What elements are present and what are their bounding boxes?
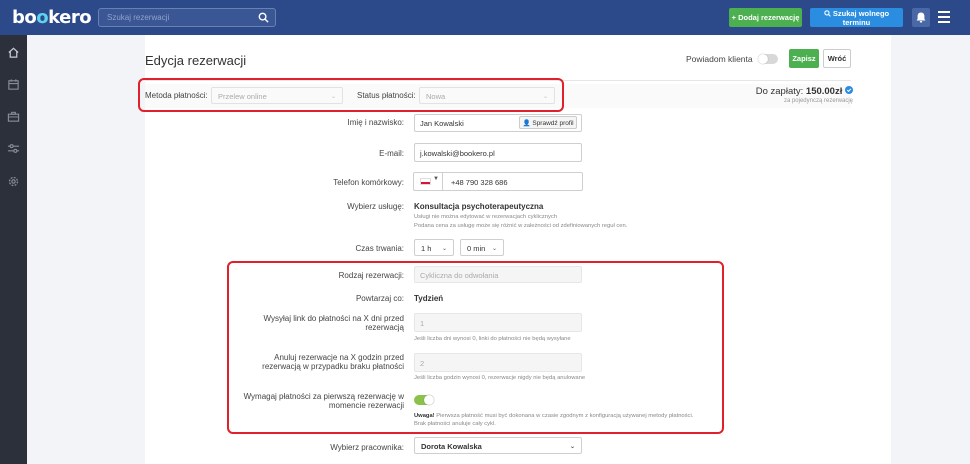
service-value: Konsultacja psychoterapeutyczna — [414, 202, 544, 211]
search-icon[interactable] — [258, 12, 269, 23]
top-bar: bookero + Dodaj rezerwację Szukaj wolneg… — [0, 0, 970, 35]
notify-client-toggle[interactable] — [758, 54, 778, 64]
service-label: Wybierz usługę: — [347, 202, 404, 211]
email-field[interactable]: j.kowalski@bookero.pl — [414, 143, 582, 162]
user-icon: 👤 — [522, 119, 531, 127]
employee-label: Wybierz pracownika: — [330, 443, 404, 452]
chevron-down-icon: ⌄ — [491, 246, 497, 252]
sliders-icon[interactable] — [7, 142, 20, 155]
bell-icon — [916, 12, 926, 23]
bookero-logo[interactable]: bookero — [12, 7, 92, 28]
calendar-icon[interactable] — [7, 78, 20, 91]
info-check-icon — [845, 86, 853, 94]
phone-label: Telefon komórkowy: — [333, 178, 404, 187]
find-free-slot-button[interactable]: Szukaj wolnego terminu — [810, 8, 903, 27]
back-button[interactable]: Wróć — [823, 49, 851, 68]
chevron-down-icon: ⌄ — [569, 444, 575, 450]
country-select[interactable]: ▼ — [413, 172, 443, 191]
highlight-payment-box — [138, 78, 564, 112]
briefcase-icon[interactable] — [7, 110, 20, 123]
search-input[interactable] — [99, 9, 249, 26]
check-profile-button[interactable]: 👤 Sprawdź profil — [519, 116, 577, 129]
name-label: Imię i nazwisko: — [347, 118, 404, 127]
page-title: Edycja rezerwacji — [145, 53, 247, 68]
service-price-hint: Podana cena za usługę może się różnić w … — [414, 223, 628, 229]
amount-due: Do zapłaty: 150.00zł — [756, 86, 853, 97]
service-hint: Usługi nie można edytować w rezerwacjach… — [414, 214, 558, 220]
amount-due-note: za pojedynczą rezerwację — [783, 98, 853, 104]
add-reservation-button[interactable]: + Dodaj rezerwację — [729, 8, 802, 27]
poland-flag-icon — [420, 178, 431, 185]
duration-label: Czas trwania: — [355, 244, 404, 253]
home-icon[interactable] — [7, 46, 20, 59]
highlight-cyclic-box — [227, 261, 724, 434]
save-button[interactable]: Zapisz — [789, 49, 819, 68]
duration-hours-select[interactable]: 1 h ⌄ — [414, 239, 454, 256]
notifications-button[interactable] — [912, 8, 930, 27]
menu-icon[interactable] — [938, 11, 950, 23]
sidebar — [0, 35, 27, 464]
employee-select[interactable]: Dorota Kowalska ⌄ — [414, 437, 582, 454]
chevron-down-icon: ⌄ — [441, 246, 447, 252]
search-icon — [824, 9, 831, 17]
duration-minutes-select[interactable]: 0 min ⌄ — [460, 239, 504, 256]
notify-client-label: Powiadom klienta — [686, 54, 753, 64]
gear-icon[interactable] — [7, 175, 20, 188]
email-label: E-mail: — [379, 149, 404, 158]
search-box — [98, 8, 276, 27]
